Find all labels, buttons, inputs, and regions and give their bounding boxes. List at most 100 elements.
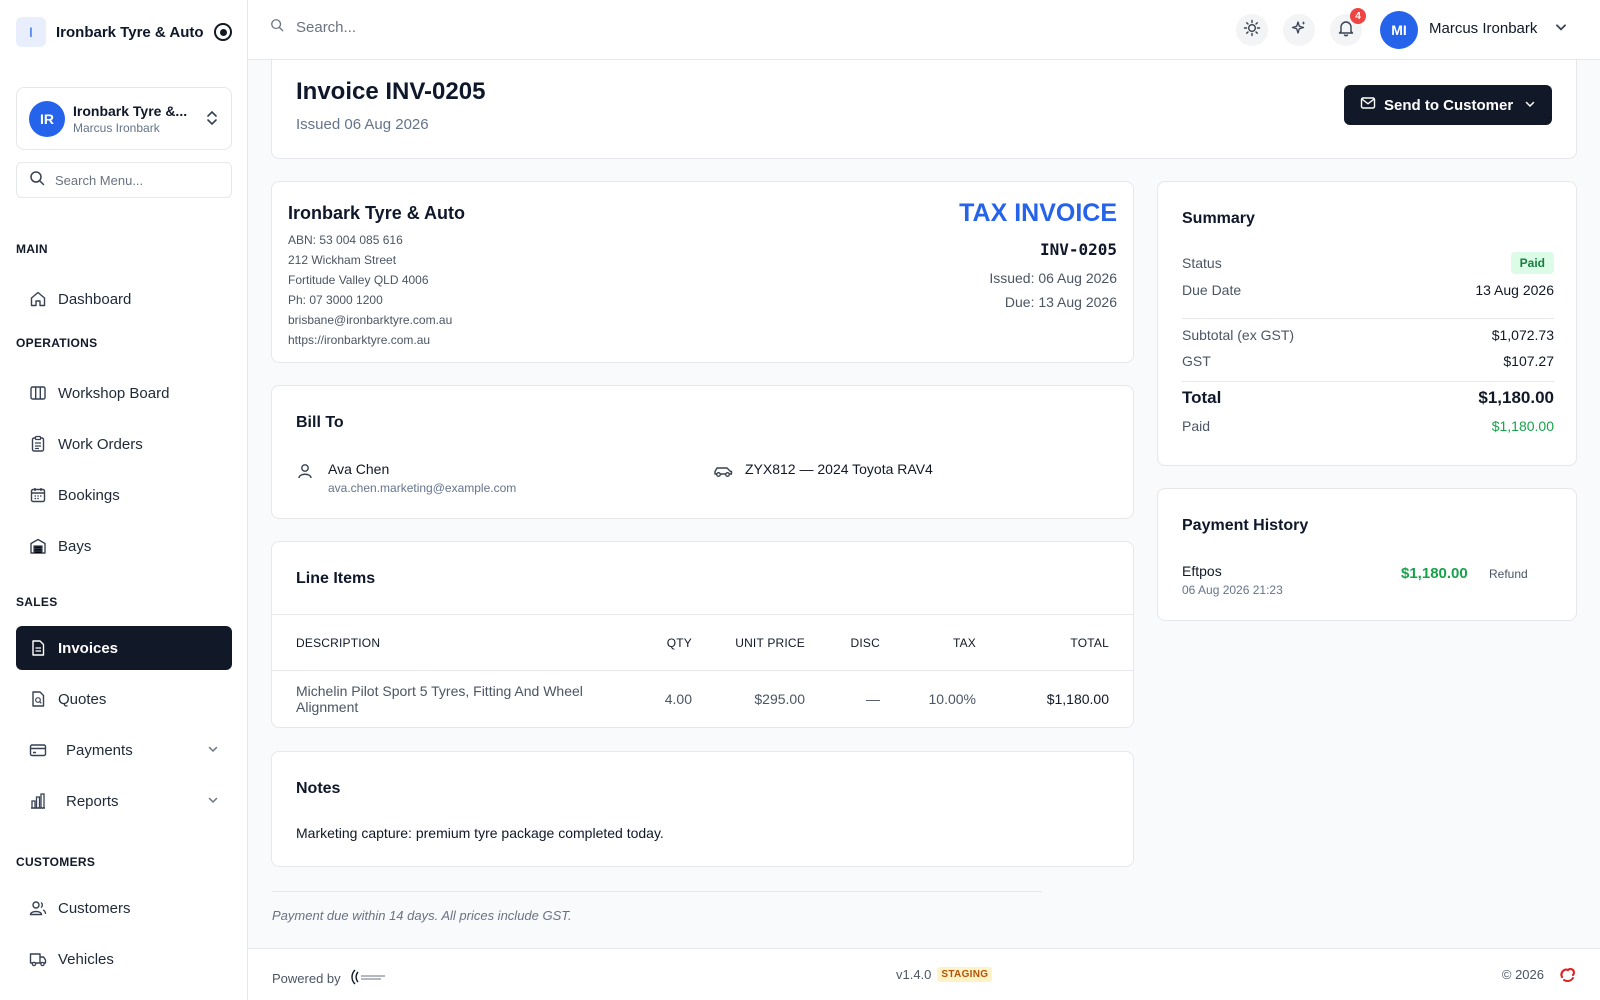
- sidebar-item-invoices[interactable]: Invoices: [16, 626, 232, 670]
- status-label: Status: [1182, 255, 1222, 271]
- user-avatar[interactable]: MI: [1380, 11, 1418, 49]
- environment-badge: STAGING: [937, 967, 993, 982]
- sidebar-item-label: Quotes: [58, 690, 107, 708]
- item-total: $1,180.00: [1046, 691, 1109, 708]
- chevron-down-icon[interactable]: [1554, 20, 1568, 37]
- item-unit-price: $295.00: [754, 691, 805, 708]
- summary-due-row: Due Date 13 Aug 2026: [1182, 282, 1554, 298]
- gst-label: GST: [1182, 353, 1211, 369]
- notification-count-badge: 4: [1350, 8, 1366, 24]
- sidebar-item-payments[interactable]: Payments: [16, 728, 232, 772]
- refund-button[interactable]: Refund: [1489, 567, 1528, 581]
- sidebar-item-bays[interactable]: Bays: [16, 524, 232, 568]
- sidebar-item-reports[interactable]: Reports: [16, 779, 232, 823]
- vehicle-info[interactable]: ZYX812 — 2024 Toyota RAV4: [745, 461, 933, 477]
- sidebar-item-label: Payments: [66, 741, 133, 759]
- summary-divider: [1182, 381, 1554, 382]
- brand: I Ironbark Tyre & Auto: [16, 16, 232, 48]
- paid-label: Paid: [1182, 418, 1211, 434]
- sidebar-item-work-orders[interactable]: Work Orders: [16, 422, 232, 466]
- menu-search[interactable]: [16, 162, 232, 198]
- vendor-logo-icon[interactable]: [349, 967, 387, 990]
- table-header-row: DESCRIPTION QTY UNIT PRICE DISC TAX TOTA…: [272, 614, 1133, 671]
- user-name[interactable]: Marcus Ironbark: [1429, 20, 1537, 37]
- due-date-label: Due Date: [1182, 282, 1242, 298]
- customer-email: ava.chen.marketing@example.com: [328, 481, 517, 495]
- columns-icon: [29, 384, 47, 402]
- chevron-down-icon: [207, 794, 219, 809]
- col-disc: DISC: [805, 614, 880, 671]
- total-value: $1,180.00: [1478, 388, 1554, 407]
- page-title: Invoice INV-0205: [296, 78, 486, 105]
- topbar: 4 MI Marcus Ironbark: [248, 0, 1600, 60]
- invoice-number: INV-0205: [1039, 240, 1117, 259]
- item-disc: —: [866, 691, 880, 708]
- target-icon[interactable]: [214, 23, 232, 41]
- summary-card: Summary Status Paid Due Date 13 Aug 2026…: [1157, 181, 1577, 466]
- col-unit-price: UNIT PRICE: [692, 614, 805, 671]
- subtotal-value: $1,072.73: [1491, 327, 1554, 343]
- credit-card-icon: [29, 741, 47, 759]
- section-sales: SALES: [16, 595, 58, 609]
- company-phone: Ph: 07 3000 1200: [288, 293, 383, 307]
- theme-toggle-button[interactable]: [1236, 14, 1268, 46]
- sidebar-item-vehicles[interactable]: Vehicles: [16, 937, 232, 981]
- col-description: DESCRIPTION: [272, 614, 632, 671]
- status-badge: Paid: [1510, 252, 1554, 274]
- notes-title: Notes: [296, 780, 341, 797]
- page-subtitle: Issued 06 Aug 2026: [296, 116, 429, 133]
- send-to-customer-button[interactable]: Send to Customer: [1344, 85, 1552, 125]
- payment-date: 06 Aug 2026 21:23: [1182, 583, 1283, 597]
- sun-icon: [1243, 19, 1261, 42]
- sidebar-item-customers[interactable]: Customers: [16, 886, 232, 930]
- global-search-input[interactable]: [296, 19, 596, 36]
- sidebar-item-bookings[interactable]: Bookings: [16, 473, 232, 517]
- section-main: MAIN: [16, 242, 48, 256]
- invoice-header: Invoice INV-0205 Issued 06 Aug 2026 Send…: [271, 60, 1577, 159]
- item-description: Michelin Pilot Sport 5 Tyres, Fitting An…: [296, 683, 583, 716]
- workspace-switcher[interactable]: IR Ironbark Tyre &... Marcus Ironbark: [16, 87, 232, 150]
- sidebar-item-workshop-board[interactable]: Workshop Board: [16, 371, 232, 415]
- bill-to-title: Bill To: [296, 414, 344, 431]
- brand-name: Ironbark Tyre & Auto: [56, 23, 204, 41]
- payment-method: Eftpos: [1182, 563, 1222, 579]
- global-search[interactable]: [270, 18, 596, 37]
- payment-history-card: Payment History Eftpos 06 Aug 2026 21:23…: [1157, 488, 1577, 621]
- payment-terms-note: Payment due within 14 days. All prices i…: [272, 908, 572, 923]
- sidebar-item-label: Reports: [66, 792, 119, 810]
- chevron-up-down-icon: [205, 109, 219, 129]
- document-type: TAX INVOICE: [959, 199, 1117, 227]
- item-tax: 10.00%: [928, 691, 976, 708]
- ai-assistant-button[interactable]: [1283, 14, 1315, 46]
- item-qty: 4.00: [664, 691, 692, 708]
- col-total: TOTAL: [976, 614, 1133, 671]
- sidebar-item-label: Invoices: [58, 639, 119, 657]
- notifications-button[interactable]: 4: [1330, 8, 1366, 46]
- company-abn: ABN: 53 004 085 616: [288, 233, 403, 247]
- workspace-text: Ironbark Tyre &... Marcus Ironbark: [73, 103, 205, 135]
- company-name: Ironbark Tyre & Auto: [288, 203, 466, 223]
- bottom-bar: Powered by v1.4.0 STAGING © 2026: [248, 948, 1600, 1000]
- car-icon: [713, 462, 733, 485]
- payment-amount: $1,180.00: [1401, 565, 1468, 582]
- powered-by-label: Powered by: [272, 971, 341, 986]
- summary-paid-row: Paid $1,180.00: [1182, 418, 1554, 434]
- issued-date: Issued: 06 Aug 2026: [989, 270, 1117, 286]
- line-items-card: Line Items DESCRIPTION QTY UNIT PRICE DI…: [271, 541, 1134, 728]
- subtotal-label: Subtotal (ex GST): [1182, 327, 1295, 343]
- company-street: 212 Wickham Street: [288, 253, 397, 267]
- company-email: brisbane@ironbarktyre.com.au: [288, 313, 453, 327]
- section-customers: CUSTOMERS: [16, 855, 96, 869]
- customer-name[interactable]: Ava Chen: [328, 461, 389, 477]
- powered-by: Powered by: [272, 967, 387, 990]
- summary-title: Summary: [1182, 210, 1255, 227]
- summary-divider: [1182, 318, 1554, 319]
- section-operations: OPERATIONS: [16, 336, 98, 350]
- chevron-down-icon: [207, 743, 219, 758]
- sidebar-item-dashboard[interactable]: Dashboard: [16, 277, 232, 321]
- sidebar-item-quotes[interactable]: Quotes: [16, 677, 232, 721]
- total-label: Total: [1182, 388, 1222, 407]
- menu-search-input[interactable]: [55, 172, 205, 188]
- clipboard-icon: [29, 435, 47, 453]
- mail-icon: [1360, 95, 1376, 115]
